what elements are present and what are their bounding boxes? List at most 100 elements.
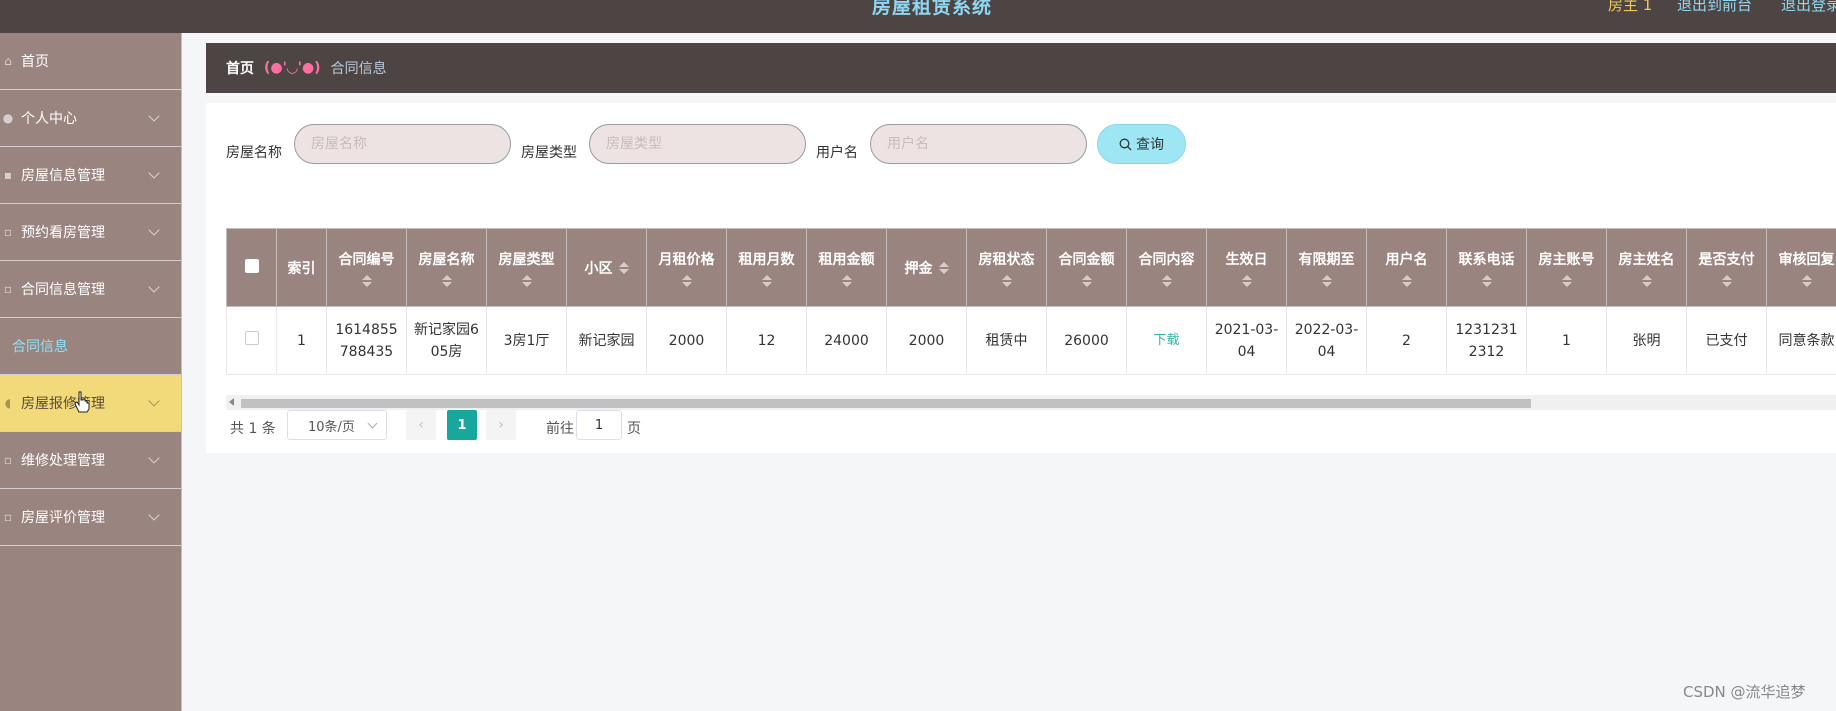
back-to-front-link[interactable]: 退出到前台: [1677, 0, 1752, 15]
column-header[interactable]: 审核回复: [1766, 228, 1836, 307]
sidebar-subitem-label: 合同信息: [12, 339, 68, 355]
sidebar-item-label: 房屋评价管理: [21, 510, 105, 526]
wrench-icon: ▫: [3, 453, 13, 467]
page-number-current[interactable]: 1: [447, 410, 477, 440]
sort-icon[interactable]: [681, 274, 692, 287]
table-cell: 2021-03-04: [1206, 306, 1287, 375]
search-button[interactable]: 查询: [1097, 124, 1186, 164]
sidebar-subitem-contract-info[interactable]: 合同信息: [0, 318, 181, 375]
sort-icon[interactable]: [938, 261, 949, 274]
house-name-input[interactable]: [294, 124, 511, 164]
sidebar-item-label: 维修处理管理: [21, 453, 105, 469]
pagination-total: 共 1 条: [230, 421, 276, 437]
sort-icon[interactable]: [1721, 274, 1732, 287]
breadcrumb-current: 合同信息: [330, 61, 387, 77]
sidebar: ⌂ 首页 ● 个人中心 ▪ 房屋信息管理 ▫ 预约看房管理 ▫ 合同信息管理 合…: [0, 33, 182, 711]
column-header[interactable]: 房租状态: [966, 228, 1047, 307]
sort-icon[interactable]: [618, 261, 629, 274]
breadcrumb-separator: (●'◡'●): [264, 60, 321, 76]
house-name-label: 房屋名称: [226, 145, 282, 161]
table-cell: 24000: [806, 306, 887, 375]
select-all-checkbox[interactable]: [244, 258, 259, 273]
sort-icon[interactable]: [361, 274, 372, 287]
column-header[interactable]: 房主姓名: [1606, 228, 1687, 307]
sort-icon[interactable]: [441, 274, 452, 287]
column-header[interactable]: 是否支付: [1686, 228, 1767, 307]
sidebar-item-house-review[interactable]: ▫ 房屋评价管理: [0, 489, 181, 546]
table-cell: 新记家园: [566, 306, 647, 375]
sidebar-item-contract-management[interactable]: ▫ 合同信息管理: [0, 261, 181, 318]
row-select-cell[interactable]: [226, 306, 277, 375]
sort-icon[interactable]: [1481, 274, 1492, 287]
row-checkbox[interactable]: [244, 330, 259, 345]
column-header[interactable]: 租用月数: [726, 228, 807, 307]
column-header[interactable]: 房屋名称: [406, 228, 487, 307]
chevron-down-icon: [148, 167, 160, 179]
sidebar-item-viewing-booking[interactable]: ▫ 预约看房管理: [0, 204, 181, 261]
breadcrumb-home[interactable]: 首页: [226, 58, 254, 78]
column-header-label: 用户名: [1385, 251, 1428, 268]
sort-icon[interactable]: [1401, 274, 1412, 287]
sort-icon[interactable]: [1561, 274, 1572, 287]
pagination: 共 1 条 10条/页 ‹ 1 › 前往 页: [206, 403, 1836, 453]
column-header-label: 合同金额: [1058, 251, 1115, 268]
contract-table: 索引 合同编号 房屋名称 房屋类型 小区 月租价格 租用月数 租用金额 押金 房…: [226, 228, 1836, 395]
table-row: 1 1614855788435 新记家园605房 3房1厅 新记家园 2000 …: [226, 306, 1836, 375]
sort-icon[interactable]: [521, 274, 532, 287]
column-header-label: 月租价格: [658, 251, 715, 268]
sort-icon[interactable]: [1321, 274, 1332, 287]
sidebar-item-label: 预约看房管理: [21, 225, 105, 241]
column-header[interactable]: 租用金额: [806, 228, 887, 307]
table-cell: 2000: [886, 306, 967, 375]
table-cell: 新记家园605房: [406, 306, 487, 375]
sidebar-item-house-info[interactable]: ▪ 房屋信息管理: [0, 147, 181, 204]
column-header-label: 审核回复: [1778, 251, 1835, 268]
sidebar-item-repair-handling[interactable]: ▫ 维修处理管理: [0, 432, 181, 489]
sidebar-item-label: 合同信息管理: [21, 282, 105, 298]
search-icon: [1119, 138, 1132, 150]
column-header-label: 有限期至: [1298, 251, 1355, 268]
username-input[interactable]: [870, 124, 1087, 164]
sidebar-item-home[interactable]: ⌂ 首页: [0, 33, 181, 90]
chevron-down-icon: [367, 418, 378, 429]
table-cell: 12: [726, 306, 807, 375]
column-header[interactable]: 小区: [566, 228, 647, 307]
chevron-down-icon: [148, 110, 160, 122]
column-header[interactable]: 合同编号: [326, 228, 407, 307]
column-header[interactable]: 用户名: [1366, 228, 1447, 307]
table-cell: 同意条款: [1766, 306, 1836, 375]
sort-icon[interactable]: [761, 274, 772, 287]
table-cell: 已支付: [1686, 306, 1767, 375]
column-header[interactable]: 合同内容: [1126, 228, 1207, 307]
next-page-button[interactable]: ›: [486, 410, 516, 440]
chevron-left-icon: ‹: [418, 417, 424, 433]
select-all-header[interactable]: [226, 228, 277, 307]
prev-page-button[interactable]: ‹: [406, 410, 436, 440]
goto-page-input[interactable]: [576, 410, 622, 440]
column-header[interactable]: 月租价格: [646, 228, 727, 307]
house-icon: ▪: [3, 168, 13, 182]
column-header[interactable]: 联系电话: [1446, 228, 1527, 307]
page-size-select[interactable]: 10条/页: [287, 410, 387, 440]
sort-icon[interactable]: [1081, 274, 1092, 287]
sort-icon[interactable]: [1161, 274, 1172, 287]
sort-icon[interactable]: [1001, 274, 1012, 287]
sidebar-item-repair-request[interactable]: ◖ 房屋报修管理: [0, 375, 181, 432]
column-header[interactable]: 房主账号: [1526, 228, 1607, 307]
home-icon: ⌂: [4, 54, 12, 68]
column-header-label: 房主账号: [1538, 251, 1595, 268]
sort-icon[interactable]: [1241, 274, 1252, 287]
content-panel: 房屋名称 房屋类型 用户名 查询 索引 合同编号 房屋名称 房屋类型 小区: [206, 103, 1836, 453]
download-link[interactable]: 下载: [1153, 333, 1179, 348]
column-header[interactable]: 押金: [886, 228, 967, 307]
column-header[interactable]: 房屋类型: [486, 228, 567, 307]
sidebar-item-personal-center[interactable]: ● 个人中心: [0, 90, 181, 147]
column-header[interactable]: 生效日: [1206, 228, 1287, 307]
column-header[interactable]: 合同金额: [1046, 228, 1127, 307]
sort-icon[interactable]: [841, 274, 852, 287]
house-type-input[interactable]: [589, 124, 806, 164]
sort-icon[interactable]: [1801, 274, 1812, 287]
sort-icon[interactable]: [1641, 274, 1652, 287]
logout-link[interactable]: 退出登录: [1781, 0, 1836, 15]
column-header[interactable]: 有限期至: [1286, 228, 1367, 307]
